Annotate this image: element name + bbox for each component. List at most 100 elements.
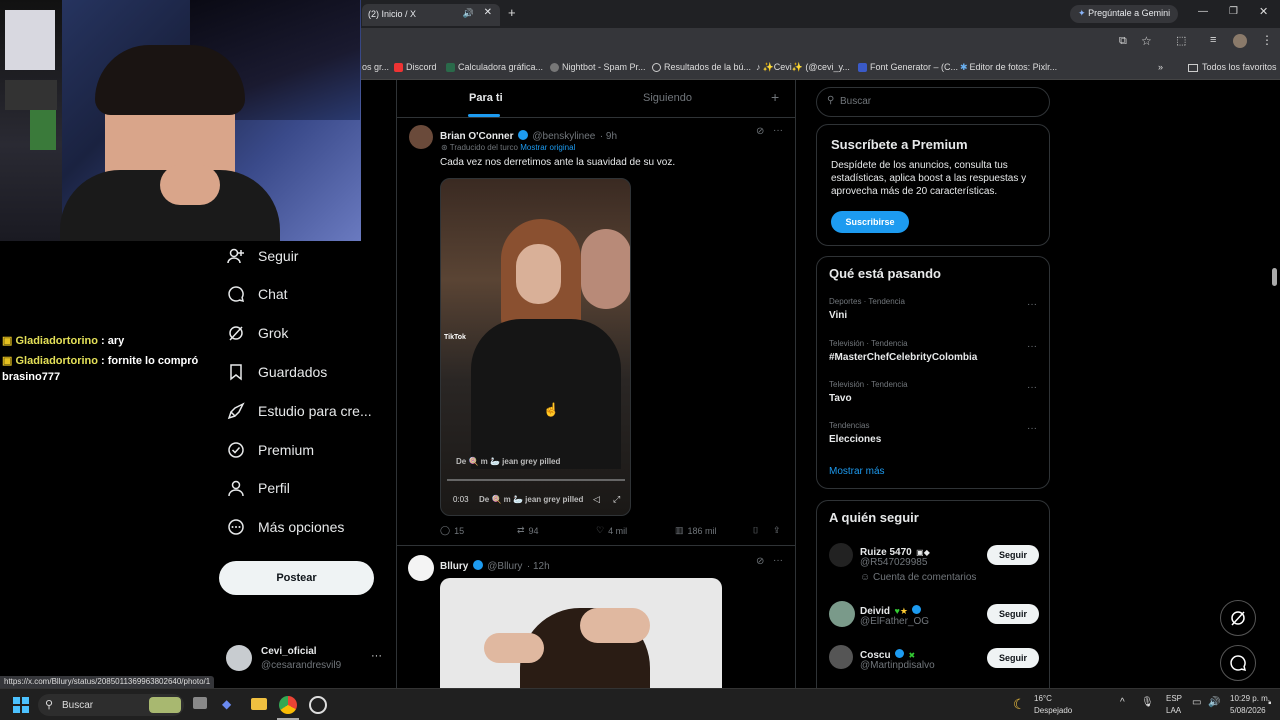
- avatar[interactable]: [829, 601, 855, 627]
- restore-icon[interactable]: ❐: [1229, 6, 1238, 17]
- subscribe-button[interactable]: Suscribirse: [831, 211, 909, 233]
- repost-button[interactable]: ⇄ 94: [517, 525, 539, 536]
- nav-item-grok[interactable]: Grok: [226, 318, 288, 348]
- clock-date[interactable]: 5/08/2026: [1230, 706, 1266, 715]
- all-favorites[interactable]: Todos los favoritos: [1188, 62, 1277, 72]
- tab-siguiendo[interactable]: Siguiendo: [643, 92, 692, 104]
- nav-item-chat[interactable]: Chat: [226, 279, 288, 309]
- mute-icon[interactable]: ◁: [593, 494, 600, 505]
- bookmark-discord[interactable]: Discord: [394, 62, 437, 73]
- bookmark-nightbot[interactable]: Nightbot - Spam Pr...: [550, 62, 646, 73]
- show-original-link[interactable]: Mostrar original: [520, 143, 575, 152]
- avatar[interactable]: [829, 645, 853, 669]
- nav-item-guardados[interactable]: Guardados: [226, 357, 327, 387]
- reading-list-icon[interactable]: ≡: [1210, 34, 1216, 46]
- close-tab-icon[interactable]: ✕: [484, 7, 492, 18]
- network-icon[interactable]: ▭: [1192, 697, 1201, 708]
- search-box[interactable]: ⚲ Buscar: [816, 87, 1050, 117]
- bookmark-cevi[interactable]: ♪ ✨Cevi✨ (@cevi_y...: [756, 62, 850, 73]
- gemini-button[interactable]: ✦ Pregúntale a Gemini: [1070, 5, 1179, 23]
- file-explorer-icon[interactable]: [251, 698, 267, 710]
- new-tab-icon[interactable]: +: [508, 5, 516, 20]
- speaker-icon[interactable]: 🔊: [463, 8, 474, 19]
- trend-more-icon[interactable]: ···: [1027, 423, 1037, 434]
- tweet-time[interactable]: · 9h: [600, 131, 617, 142]
- bookmark-button[interactable]: ⌷: [753, 525, 758, 536]
- bookmark-fontgen[interactable]: Font Generator – (C...: [858, 62, 958, 73]
- clock-time[interactable]: 10:29 p. m.: [1230, 694, 1270, 703]
- windows-start-icon[interactable]: [13, 697, 29, 713]
- follow-button[interactable]: Seguir: [987, 545, 1039, 565]
- tweet-handle[interactable]: @Bllury: [487, 561, 522, 572]
- scrollbar-thumb[interactable]: [1272, 268, 1277, 286]
- nav-item-premium[interactable]: Premium: [226, 435, 314, 465]
- nav-item-estudio[interactable]: Estudio para cre...: [226, 396, 372, 426]
- obs-icon[interactable]: [309, 696, 327, 714]
- tweet-handle[interactable]: @benskylinee: [532, 131, 595, 142]
- follow-button[interactable]: Seguir: [987, 604, 1039, 624]
- app-icon[interactable]: ◆: [222, 697, 231, 711]
- grok-icon[interactable]: ⊘: [756, 126, 764, 137]
- tweet-author[interactable]: Bllury: [440, 561, 468, 572]
- trend-item[interactable]: Tendencias Elecciones: [829, 421, 1039, 445]
- reply-icon: ◯: [440, 525, 451, 535]
- trend-item[interactable]: Televisión · Tendencia Tavo: [829, 380, 1039, 404]
- grok-icon[interactable]: ⊘: [756, 556, 764, 567]
- add-tab-icon[interactable]: +: [771, 89, 779, 105]
- show-more-link[interactable]: Mostrar más: [829, 466, 885, 477]
- chrome-icon[interactable]: [279, 696, 297, 714]
- bookmark-pixlr[interactable]: ✱ Editor de fotos: Pixlr...: [960, 62, 1057, 73]
- bookmark-resultados[interactable]: Resultados de la bú...: [652, 62, 751, 73]
- bookmark-calculadora[interactable]: Calculadora gráfica...: [446, 62, 543, 73]
- trend-more-icon[interactable]: ···: [1027, 341, 1037, 352]
- tweet-photo[interactable]: [440, 578, 722, 688]
- account-switcher[interactable]: Cevi_oficial @cesarandresvil9 ···: [226, 644, 386, 674]
- cast-icon[interactable]: ⧉: [1119, 35, 1127, 48]
- tweet-avatar[interactable]: [408, 555, 434, 581]
- fullscreen-icon[interactable]: ⤢: [613, 494, 620, 505]
- follow-button[interactable]: Seguir: [987, 648, 1039, 668]
- nav-item-perfil[interactable]: Perfil: [226, 473, 290, 503]
- chevron-up-icon[interactable]: ^: [1120, 697, 1125, 708]
- lang-code[interactable]: ESP: [1166, 694, 1182, 703]
- volume-icon[interactable]: 🔊: [1208, 697, 1220, 708]
- profile-avatar-icon[interactable]: [1233, 34, 1247, 48]
- views-button[interactable]: ▥ 186 mil: [675, 525, 717, 536]
- share-button[interactable]: ⇪: [773, 525, 781, 536]
- messages-float-button[interactable]: [1220, 645, 1256, 681]
- post-button[interactable]: Postear: [219, 561, 374, 595]
- reply-button[interactable]: ◯ 15: [440, 525, 464, 536]
- video-progress[interactable]: [447, 479, 625, 481]
- trend-item[interactable]: Televisión · Tendencia #MasterChefCelebri…: [829, 339, 1039, 363]
- bookmark-item[interactable]: os gr...: [362, 62, 389, 72]
- minimize-icon[interactable]: —: [1198, 6, 1208, 17]
- more-icon[interactable]: ···: [773, 125, 783, 136]
- task-view-icon[interactable]: [193, 697, 207, 709]
- trend-item[interactable]: Deportes · Tendencia Vini: [829, 297, 1039, 321]
- tweet-author[interactable]: Brian O'Conner: [440, 131, 514, 142]
- browser-menu-icon[interactable]: ⋮: [1261, 33, 1273, 47]
- close-window-icon[interactable]: ✕: [1259, 5, 1268, 18]
- microphone-icon[interactable]: 🎙: [1141, 697, 1154, 708]
- tweet-video[interactable]: TikTok De 🍭 m 🦢 jean grey pilled 0:03 De…: [440, 178, 631, 516]
- notification-icon[interactable]: ▪: [1268, 698, 1272, 709]
- trend-more-icon[interactable]: ···: [1027, 299, 1037, 310]
- search-input[interactable]: Buscar: [840, 96, 871, 107]
- taskbar-search[interactable]: ⚲ Buscar: [38, 694, 184, 716]
- grok-float-button[interactable]: [1220, 600, 1256, 636]
- avatar[interactable]: [829, 543, 853, 567]
- tab-para-ti[interactable]: Para ti: [469, 92, 503, 104]
- star-icon[interactable]: ☆: [1141, 34, 1152, 48]
- browser-tab[interactable]: (2) Inicio / X 🔊 ✕: [362, 4, 500, 26]
- bookmarks-overflow-icon[interactable]: »: [1158, 62, 1163, 72]
- lang-layout[interactable]: LAA: [1166, 706, 1181, 715]
- tweet-time[interactable]: · 12h: [527, 561, 550, 572]
- status-url: https://x.com/Bllury/status/208501136996…: [0, 676, 215, 688]
- trend-more-icon[interactable]: ···: [1027, 382, 1037, 393]
- nav-item-seguir[interactable]: Seguir: [226, 241, 298, 271]
- like-button[interactable]: ♡ 4 mil: [596, 525, 627, 536]
- extensions-icon[interactable]: ⬚: [1176, 34, 1186, 47]
- more-icon[interactable]: ···: [773, 555, 783, 566]
- tweet-avatar[interactable]: [409, 125, 433, 149]
- nav-item-mas-opciones[interactable]: Más opciones: [226, 512, 344, 542]
